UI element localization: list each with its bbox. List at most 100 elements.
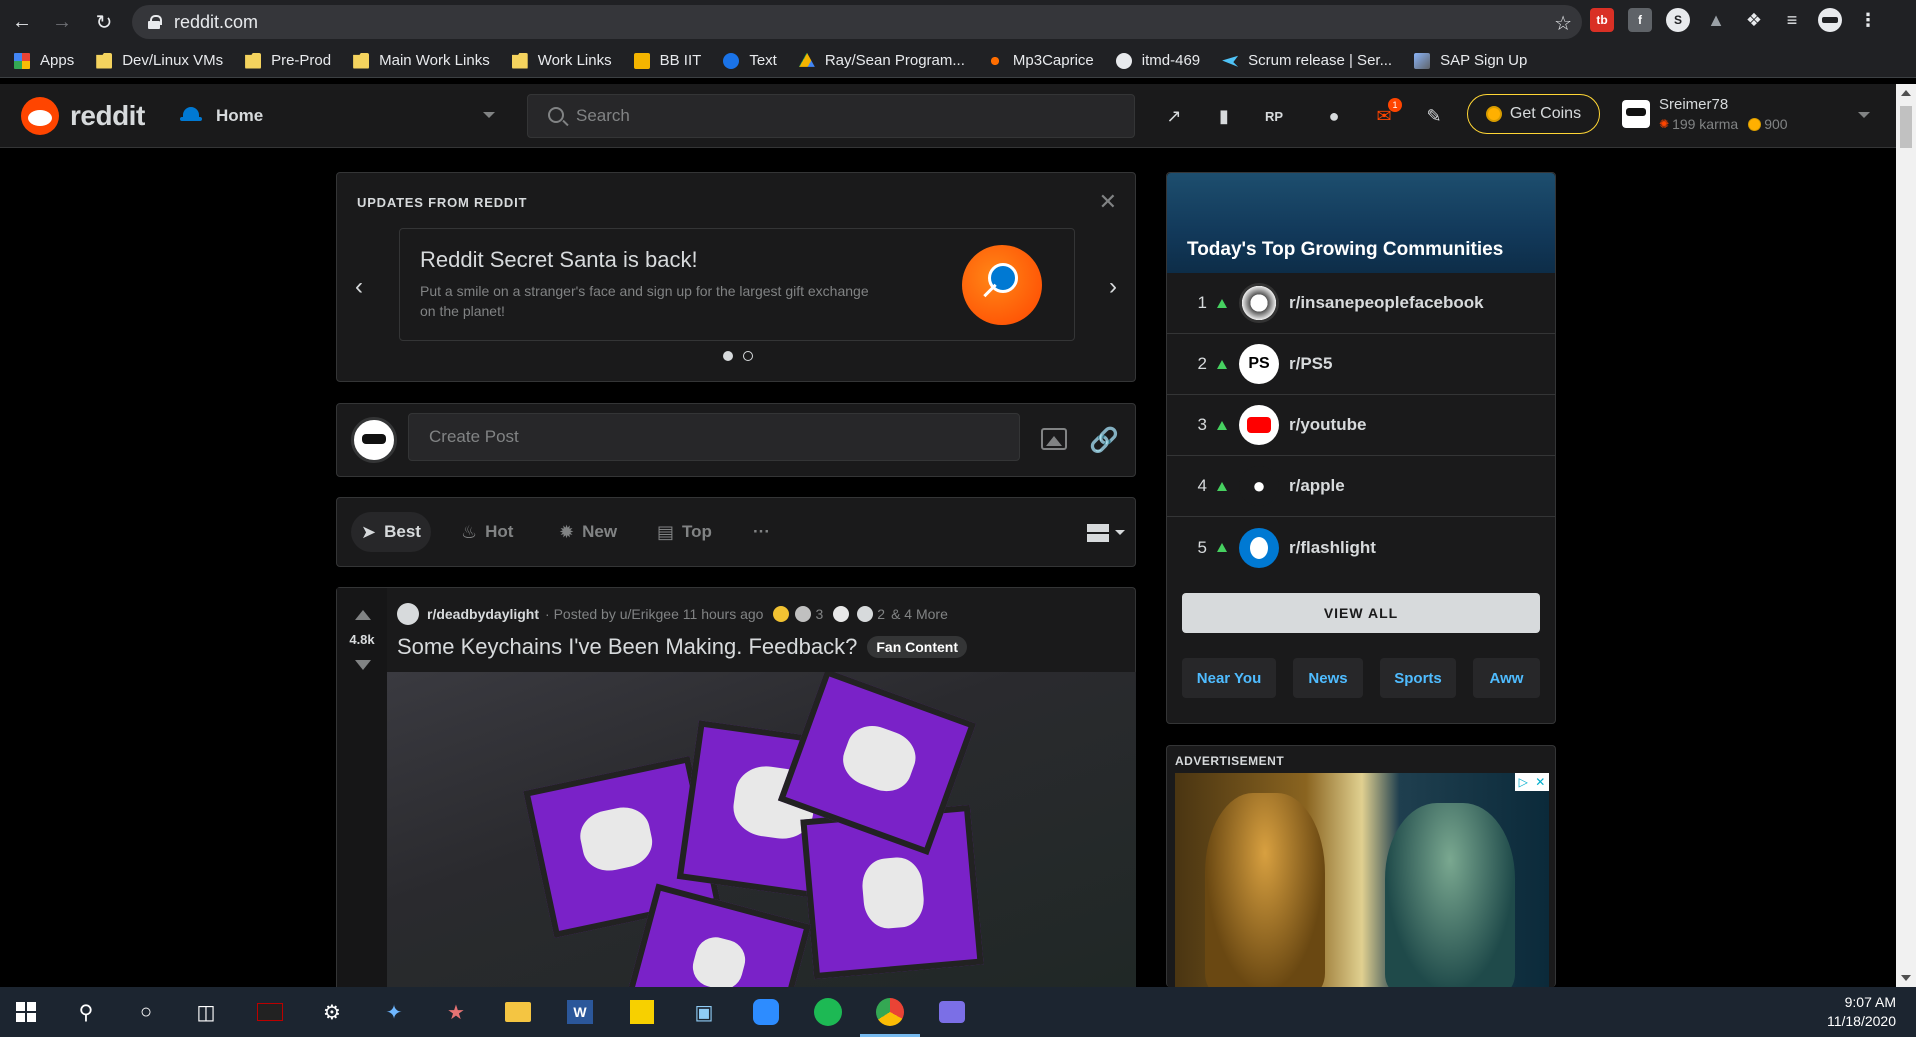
settings-gear-icon[interactable]: ⚙ xyxy=(316,996,348,1028)
back-icon[interactable]: ← xyxy=(4,4,40,40)
carousel-dot[interactable] xyxy=(723,351,733,361)
facebook-icon[interactable]: f xyxy=(1628,8,1652,32)
sticky-notes-icon[interactable] xyxy=(626,996,658,1028)
forward-icon[interactable]: → xyxy=(44,4,80,40)
card-layout-icon[interactable] xyxy=(1087,524,1109,542)
rpan-icon[interactable]: RP xyxy=(1262,104,1286,128)
chip-aww[interactable]: Aww xyxy=(1473,658,1540,698)
chip-news[interactable]: News xyxy=(1293,658,1363,698)
award-icon[interactable] xyxy=(833,606,850,622)
bookmark-main-work-links[interactable]: Main Work Links xyxy=(353,52,490,69)
address-bar[interactable]: reddit.com ☆ xyxy=(132,5,1582,39)
bookmark-scrum-release[interactable]: Scrum release | Ser... xyxy=(1222,52,1392,69)
community-row[interactable]: 2 PS r/PS5 xyxy=(1167,334,1555,395)
sort-hot[interactable]: ♨ Hot xyxy=(451,512,523,552)
more-awards[interactable]: & 4 More xyxy=(891,606,948,622)
user-dropdown[interactable]: Sreimer78 ✺ 199 karma 900 xyxy=(1622,92,1872,140)
link-icon[interactable]: 🔗 xyxy=(1089,426,1119,455)
bookmark-text[interactable]: Text xyxy=(723,52,777,69)
app-icon[interactable] xyxy=(254,996,286,1028)
search-input[interactable] xyxy=(576,106,1076,126)
subreddit-icon[interactable] xyxy=(397,603,419,625)
remote-desktop-icon[interactable]: ▣ xyxy=(688,996,720,1028)
reddit-wordmark[interactable]: reddit xyxy=(70,100,145,132)
leaderboard-icon[interactable]: ▮ xyxy=(1212,104,1236,128)
bookmark-apps[interactable]: Apps xyxy=(14,52,74,69)
bookmark-bb-iit[interactable]: BB IIT xyxy=(633,52,701,69)
chevron-down-icon[interactable] xyxy=(1115,530,1125,535)
file-explorer-icon[interactable] xyxy=(502,996,534,1028)
bookmark-ray-sean[interactable]: Ray/Sean Program... xyxy=(798,52,965,69)
profile-icon[interactable] xyxy=(1818,8,1842,32)
award-icon[interactable] xyxy=(773,606,790,622)
post-flair[interactable]: Fan Content xyxy=(867,636,968,658)
community-row[interactable]: 5 r/flashlight xyxy=(1167,517,1555,578)
bookmark-star-icon[interactable]: ☆ xyxy=(1554,11,1572,36)
paint-icon[interactable]: ★ xyxy=(440,996,472,1028)
chip-near-you[interactable]: Near You xyxy=(1182,658,1276,698)
bookmark-sap-sign-up[interactable]: SAP Sign Up xyxy=(1414,52,1527,69)
chat-icon[interactable]: ● xyxy=(1322,104,1346,128)
post-card[interactable]: 4.8k r/deadbydaylight · Posted by u/Erik… xyxy=(336,587,1136,988)
taskbar-clock[interactable]: 9:07 AM 11/18/2020 xyxy=(1827,993,1896,1031)
drive-icon[interactable]: ▲ xyxy=(1704,8,1728,32)
sort-new[interactable]: ✹ New xyxy=(549,512,627,552)
bookmark-dev-linux-vms[interactable]: Dev/Linux VMs xyxy=(96,52,223,69)
bookmark-itmd-469[interactable]: itmd-469 xyxy=(1115,52,1200,69)
reload-icon[interactable]: ↻ xyxy=(86,4,122,40)
subreddit-link[interactable]: r/deadbydaylight xyxy=(427,606,539,622)
windows-start-icon[interactable] xyxy=(10,996,42,1028)
puzzle-icon[interactable]: ❖ xyxy=(1742,8,1766,32)
scroll-up-icon[interactable] xyxy=(1901,90,1911,96)
update-item[interactable]: Reddit Secret Santa is back! Put a smile… xyxy=(399,228,1075,341)
mail-icon[interactable]: ✉ 1 xyxy=(1372,98,1402,128)
sort-best[interactable]: ➤ Best xyxy=(351,512,431,552)
bookmark-mp3caprice[interactable]: Mp3Caprice xyxy=(986,52,1094,69)
tb-extension-icon[interactable]: tb xyxy=(1590,8,1614,32)
app-icon[interactable]: ✦ xyxy=(378,996,410,1028)
cortana-icon[interactable]: ○ xyxy=(130,996,162,1028)
image-icon[interactable] xyxy=(1041,428,1067,450)
avatar[interactable] xyxy=(351,417,397,463)
menu-icon[interactable]: ⋮ xyxy=(1856,8,1880,32)
bookmark-pre-prod[interactable]: Pre-Prod xyxy=(245,52,331,69)
chevron-left-icon[interactable]: ‹ xyxy=(355,273,363,301)
task-view-icon[interactable]: ◫ xyxy=(190,996,222,1028)
create-post-input[interactable] xyxy=(408,413,1020,461)
more-options-icon[interactable]: ··· xyxy=(743,512,780,552)
community-row[interactable]: 3 r/youtube xyxy=(1167,395,1555,456)
view-all-button[interactable]: VIEW ALL xyxy=(1182,593,1540,633)
ad-choices-icon[interactable]: ▷ ✕ xyxy=(1515,773,1549,791)
search-icon[interactable]: ⚲ xyxy=(70,996,102,1028)
community-row[interactable]: 4 ● r/apple xyxy=(1167,456,1555,517)
spotify-icon[interactable] xyxy=(812,996,844,1028)
get-coins-button[interactable]: Get Coins xyxy=(1467,94,1600,134)
upvote-icon[interactable] xyxy=(355,610,371,620)
post-title[interactable]: Some Keychains I've Been Making. Feedbac… xyxy=(397,634,968,660)
create-post-pencil-icon[interactable]: ✎ xyxy=(1422,104,1446,128)
chevron-right-icon[interactable]: › xyxy=(1109,273,1117,301)
close-icon[interactable]: ✕ xyxy=(1099,189,1117,215)
award-icon[interactable] xyxy=(795,606,812,622)
zoom-icon[interactable] xyxy=(750,996,782,1028)
sort-top[interactable]: ▤ Top xyxy=(647,512,722,552)
playlist-icon[interactable]: ≡ xyxy=(1780,8,1804,32)
scrollbar-thumb[interactable] xyxy=(1900,106,1912,148)
photos-icon[interactable] xyxy=(936,996,968,1028)
ad-image[interactable]: ▷ ✕ xyxy=(1175,773,1549,988)
trending-icon[interactable]: ↗ xyxy=(1162,104,1186,128)
post-image[interactable] xyxy=(387,672,1136,988)
scroll-down-icon[interactable] xyxy=(1901,975,1911,981)
community-row[interactable]: 1 r/insanepeoplefacebook xyxy=(1167,273,1555,334)
chrome-icon[interactable] xyxy=(860,996,920,1037)
reddit-logo-icon[interactable] xyxy=(21,97,59,135)
downvote-icon[interactable] xyxy=(355,660,371,670)
carousel-dot[interactable] xyxy=(743,351,753,361)
page-scrollbar[interactable] xyxy=(1896,84,1916,987)
home-dropdown[interactable]: Home xyxy=(180,100,495,132)
award-icon[interactable] xyxy=(857,606,874,622)
word-icon[interactable]: W xyxy=(564,996,596,1028)
chip-sports[interactable]: Sports xyxy=(1380,658,1456,698)
bookmark-work-links[interactable]: Work Links xyxy=(511,52,612,69)
s-extension-icon[interactable]: S xyxy=(1666,8,1690,32)
